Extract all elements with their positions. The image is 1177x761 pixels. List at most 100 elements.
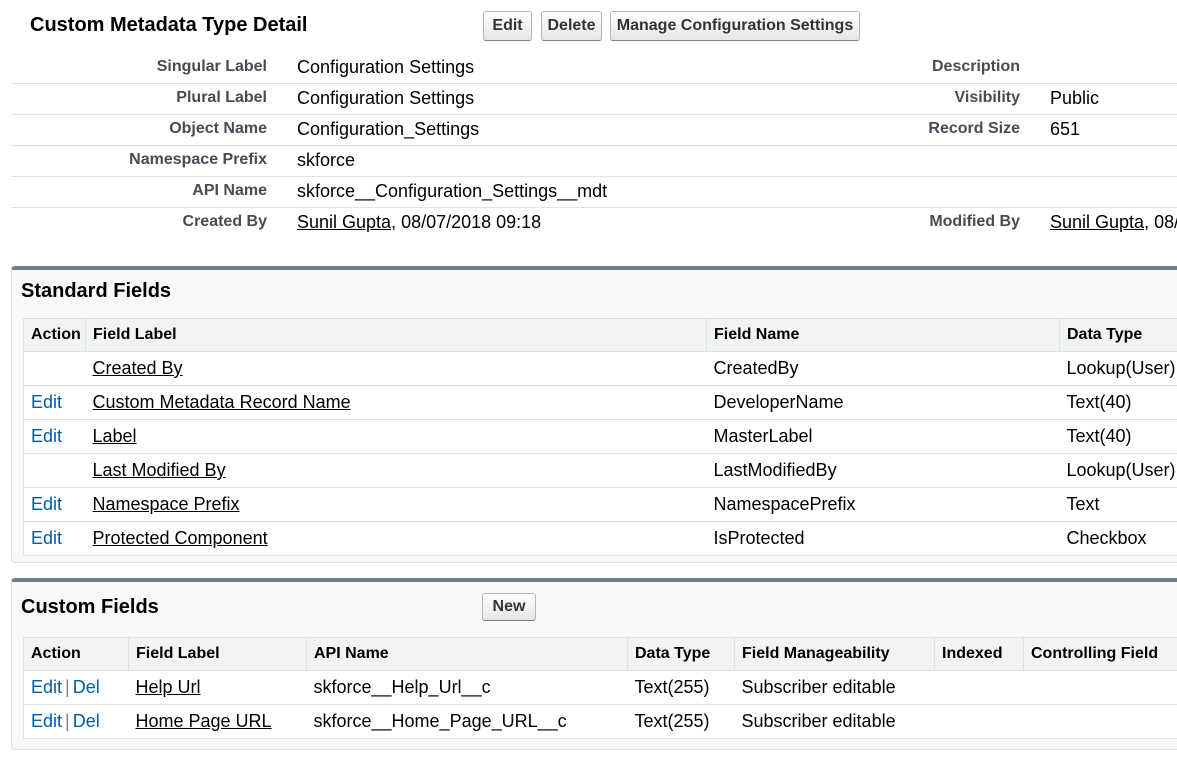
page-title: Custom Metadata Type Detail xyxy=(30,14,308,36)
manage-configuration-settings-button[interactable]: Manage Configuration Settings xyxy=(610,11,860,41)
field-name: CreatedBy xyxy=(706,351,1060,386)
column-header-data-type[interactable]: Data Type xyxy=(1059,318,1177,352)
detail-row-created-by: Created By Sunil Gupta, 08/07/2018 09:18… xyxy=(11,207,1177,238)
singular-label-label: Singular Label xyxy=(156,58,267,75)
edit-link[interactable]: Edit xyxy=(31,426,62,446)
detail-row-plural-label: Plural Label Configuration Settings Visi… xyxy=(11,83,1177,115)
plural-label-label: Plural Label xyxy=(176,89,267,106)
delete-button[interactable]: Delete xyxy=(541,11,602,41)
data-type: Text(40) xyxy=(1059,385,1177,420)
field-manageability: Subscriber editable xyxy=(734,670,935,705)
detail-row-singular-label: Singular Label Configuration Settings De… xyxy=(11,52,1177,84)
field-label-link[interactable]: Help Url xyxy=(136,677,201,697)
table-row: Edit Protected Component IsProtected Che… xyxy=(23,521,1177,556)
field-name: MasterLabel xyxy=(706,419,1060,454)
singular-label-value: Configuration Settings xyxy=(297,57,475,77)
column-header-api-name[interactable]: API Name xyxy=(306,637,628,671)
edit-link[interactable]: Edit xyxy=(31,392,62,412)
column-header-field-name[interactable]: Field Name xyxy=(706,318,1060,352)
modified-by-label: Modified By xyxy=(929,213,1020,230)
action-separator: | xyxy=(65,711,70,731)
data-type: Lookup(User) xyxy=(1059,351,1177,386)
created-by-user-link[interactable]: Sunil Gupta xyxy=(297,212,391,232)
table-row: Edit Custom Metadata Record Name Develop… xyxy=(23,385,1177,420)
column-header-data-type[interactable]: Data Type xyxy=(627,637,735,671)
custom-fields-title: Custom Fields xyxy=(21,596,159,618)
column-header-field-label[interactable]: Field Label xyxy=(85,318,707,352)
column-header-indexed[interactable]: Indexed xyxy=(934,637,1024,671)
field-label-link[interactable]: Created By xyxy=(93,358,183,378)
data-type: Text(40) xyxy=(1059,419,1177,454)
api-name: skforce__Help_Url__c xyxy=(306,670,628,705)
object-name-value: Configuration_Settings xyxy=(297,119,480,139)
table-row: Edit Namespace Prefix NamespacePrefix Te… xyxy=(23,487,1177,522)
created-by-date: , 08/07/2018 09:18 xyxy=(391,212,542,232)
modified-by-date: , 08/ xyxy=(1144,212,1177,232)
custom-fields-section: Custom Fields New Action Field Label API… xyxy=(11,578,1177,750)
data-type: Text xyxy=(1059,487,1177,522)
modified-by-value: Sunil Gupta, 08/ xyxy=(1050,207,1177,238)
indexed xyxy=(934,704,1024,739)
standard-fields-table: Action Field Label Field Name Data Type … xyxy=(23,318,1177,556)
table-row: Edit | Del Help Url skforce__Help_Url__c T… xyxy=(23,670,1177,705)
namespace-prefix-label: Namespace Prefix xyxy=(129,151,267,168)
field-name: LastModifiedBy xyxy=(706,453,1060,488)
field-label-link[interactable]: Protected Component xyxy=(93,528,268,548)
field-label-link[interactable]: Namespace Prefix xyxy=(93,494,240,514)
table-row: Edit Label MasterLabel Text(40) xyxy=(23,419,1177,454)
edit-link[interactable]: Edit xyxy=(31,677,62,697)
api-name-value: skforce__Configuration_Settings__mdt xyxy=(297,181,608,201)
created-by-label: Created By xyxy=(182,213,267,230)
custom-fields-table: Action Field Label API Name Data Type Fi… xyxy=(23,637,1177,739)
edit-link[interactable]: Edit xyxy=(31,528,62,548)
delete-link[interactable]: Del xyxy=(73,711,100,731)
table-header-row: Action Field Label Field Name Data Type xyxy=(23,318,1177,352)
object-name-label: Object Name xyxy=(169,120,267,137)
field-label-link[interactable]: Last Modified By xyxy=(93,460,226,480)
data-type: Lookup(User) xyxy=(1059,453,1177,488)
record-size-label: Record Size xyxy=(928,120,1020,137)
data-type: Text(255) xyxy=(627,704,735,739)
field-name: NamespacePrefix xyxy=(706,487,1060,522)
indexed xyxy=(934,670,1024,705)
standard-fields-section: Standard Fields Action Field Label Field… xyxy=(11,266,1177,563)
action-separator: | xyxy=(65,677,70,697)
detail-row-api-name: API Name skforce__Configuration_Settings… xyxy=(11,176,1177,208)
controlling-field xyxy=(1023,670,1177,705)
record-size-value: 651 xyxy=(1050,119,1081,139)
edit-link[interactable]: Edit xyxy=(31,711,62,731)
table-row: Last Modified By LastModifiedBy Lookup(U… xyxy=(23,453,1177,488)
field-manageability: Subscriber editable xyxy=(734,704,935,739)
new-field-button[interactable]: New xyxy=(482,593,536,621)
plural-label-value: Configuration Settings xyxy=(297,88,475,108)
field-label-link[interactable]: Home Page URL xyxy=(136,711,272,731)
field-label-link[interactable]: Custom Metadata Record Name xyxy=(93,392,351,412)
column-header-controlling-field[interactable]: Controlling Field xyxy=(1023,637,1177,671)
field-name: IsProtected xyxy=(706,521,1060,556)
column-header-field-manageability[interactable]: Field Manageability xyxy=(734,637,935,671)
modified-by-user-link[interactable]: Sunil Gupta xyxy=(1050,212,1144,232)
api-name: skforce__Home_Page_URL__c xyxy=(306,704,628,739)
field-name: DeveloperName xyxy=(706,385,1060,420)
table-row: Created By CreatedBy Lookup(User) xyxy=(23,351,1177,386)
detail-row-namespace-prefix: Namespace Prefix skforce xyxy=(11,145,1177,177)
edit-button[interactable]: Edit xyxy=(483,11,532,41)
description-label: Description xyxy=(931,58,1020,75)
column-header-action: Action xyxy=(23,637,129,671)
controlling-field xyxy=(1023,704,1177,739)
field-label-link[interactable]: Label xyxy=(93,426,137,446)
visibility-value: Public xyxy=(1050,88,1100,108)
table-header-row: Action Field Label API Name Data Type Fi… xyxy=(23,637,1177,671)
api-name-label: API Name xyxy=(192,182,267,199)
visibility-label: Visibility xyxy=(954,89,1020,106)
edit-link[interactable]: Edit xyxy=(31,494,62,514)
data-type: Text(255) xyxy=(627,670,735,705)
delete-link[interactable]: Del xyxy=(73,677,100,697)
column-header-action: Action xyxy=(23,318,86,352)
table-row: Edit | Del Home Page URL skforce__Home_Pag… xyxy=(23,704,1177,739)
namespace-prefix-value: skforce xyxy=(297,150,356,170)
column-header-field-label[interactable]: Field Label xyxy=(128,637,307,671)
standard-fields-title: Standard Fields xyxy=(21,280,172,302)
detail-row-object-name: Object Name Configuration_Settings Recor… xyxy=(11,114,1177,146)
created-by-value: Sunil Gupta, 08/07/2018 09:18 xyxy=(297,207,541,238)
